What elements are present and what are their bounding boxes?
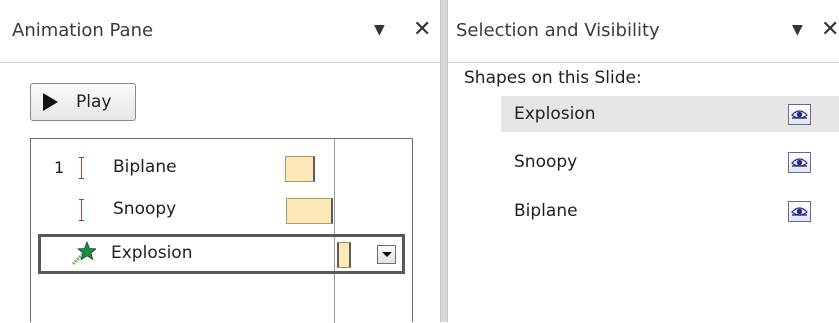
animation-item-label: Snoopy xyxy=(113,199,177,219)
play-button[interactable]: Play xyxy=(30,83,136,121)
shape-name: Snoopy xyxy=(514,152,578,172)
eye-icon[interactable] xyxy=(788,201,811,222)
selection-pane-header: Selection and Visibility ▼ ✕ xyxy=(448,0,839,63)
shapes-on-slide-label: Shapes on this Slide: xyxy=(464,68,642,88)
animation-pane-header: Animation Pane ▼ ✕ xyxy=(0,0,440,63)
eye-icon[interactable] xyxy=(788,104,811,125)
pane-options-dropdown-icon[interactable]: ▼ xyxy=(792,22,803,38)
eye-icon[interactable] xyxy=(788,152,811,173)
close-animation-pane-icon[interactable]: ✕ xyxy=(413,17,431,42)
shape-name: Biplane xyxy=(514,201,578,221)
star-effect-icon xyxy=(70,240,98,267)
play-icon xyxy=(43,93,58,111)
shape-item-biplane[interactable]: Biplane xyxy=(448,193,839,229)
pane-options-dropdown-icon[interactable]: ▼ xyxy=(374,22,385,38)
timing-bar[interactable] xyxy=(285,156,315,182)
animation-item-label: Biplane xyxy=(113,157,177,177)
animation-order-number: 1 xyxy=(54,158,65,177)
animation-item-label: Explosion xyxy=(111,243,193,263)
animation-pane: Animation Pane ▼ ✕ Play 1 Biplane Snoopy xyxy=(0,0,441,323)
animation-item-explosion[interactable]: Explosion xyxy=(38,234,405,274)
animation-pane-title: Animation Pane xyxy=(12,20,154,41)
chevron-down-icon xyxy=(382,252,392,257)
shape-item-explosion[interactable]: Explosion xyxy=(501,96,839,132)
animation-item-biplane[interactable]: 1 Biplane xyxy=(31,149,412,189)
selection-pane-title: Selection and Visibility xyxy=(456,20,660,41)
motion-path-icon xyxy=(79,157,84,179)
animation-item-snoopy[interactable]: Snoopy xyxy=(31,191,412,231)
timing-bar[interactable] xyxy=(337,242,351,268)
shape-item-snoopy[interactable]: Snoopy xyxy=(448,144,839,180)
shape-name: Explosion xyxy=(514,104,596,124)
close-selection-pane-icon[interactable]: ✕ xyxy=(821,17,839,42)
selection-visibility-pane: Selection and Visibility ▼ ✕ Shapes on t… xyxy=(447,0,839,322)
animation-list: 1 Biplane Snoopy Explosion xyxy=(30,138,413,323)
play-button-label: Play xyxy=(76,92,112,112)
motion-path-icon xyxy=(79,199,84,221)
timing-bar[interactable] xyxy=(286,198,333,224)
item-options-dropdown[interactable] xyxy=(377,245,396,264)
